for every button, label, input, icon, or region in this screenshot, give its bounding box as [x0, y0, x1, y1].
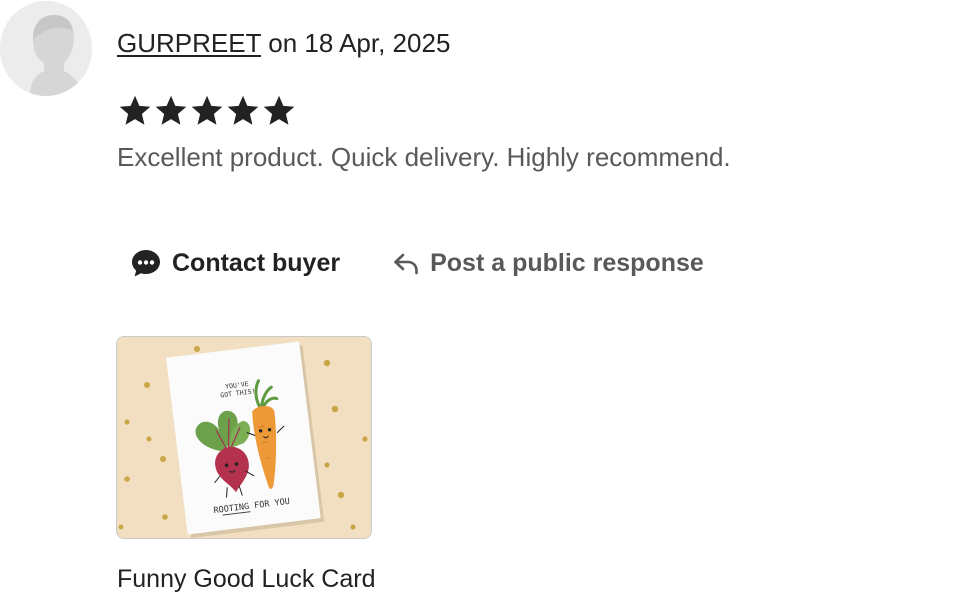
star-rating	[117, 93, 297, 129]
contact-buyer-label: Contact buyer	[172, 248, 341, 277]
default-avatar-icon	[0, 1, 92, 96]
review-meta: GURPREET on 18 Apr, 2025	[117, 26, 450, 60]
review-card: GURPREET on 18 Apr, 2025 Excellent produ…	[0, 0, 972, 602]
star-icon	[227, 95, 259, 125]
post-public-response-label: Post a public response	[430, 248, 704, 277]
star-icon	[155, 95, 187, 125]
reviewer-name-link[interactable]: GURPREET	[117, 28, 261, 58]
listing-thumbnail[interactable]: YOU'VE GOT THIS! ROOTING FOR YOU	[116, 336, 372, 539]
reviewer-avatar[interactable]	[0, 1, 92, 96]
listing-image: YOU'VE GOT THIS! ROOTING FOR YOU	[117, 337, 371, 538]
star-icon	[263, 95, 295, 125]
review-actions: Contact buyer Post a public response	[130, 243, 704, 283]
post-public-response-button[interactable]: Post a public response	[392, 249, 704, 278]
reply-arrow-icon	[392, 249, 420, 277]
star-icon	[119, 95, 151, 125]
review-text: Excellent product. Quick delivery. Highl…	[117, 142, 731, 172]
star-icon	[191, 95, 223, 125]
contact-buyer-button[interactable]: Contact buyer	[130, 247, 340, 279]
listing-title-link[interactable]: Funny Good Luck Card	[117, 562, 375, 596]
chat-bubble-icon	[130, 247, 162, 279]
review-date: on 18 Apr, 2025	[268, 28, 451, 58]
